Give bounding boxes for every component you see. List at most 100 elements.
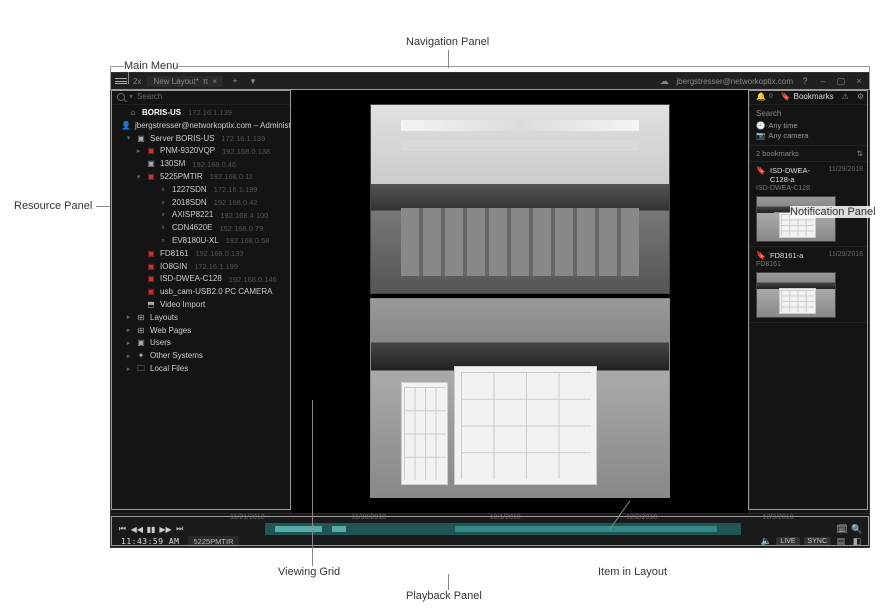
playback-camera-label[interactable]: 5225PMTIR xyxy=(188,536,238,547)
node-ip: 192.168.0.42 xyxy=(214,198,258,208)
node-icon: ▣ xyxy=(136,338,146,349)
expand-icon[interactable]: ▾ xyxy=(125,134,132,143)
bookmark-icon: 🔖 xyxy=(756,166,766,175)
timeline-date: 11/21/2018 xyxy=(230,514,265,521)
maximize-button[interactable]: ▢ xyxy=(835,75,847,87)
tab-alert[interactable]: ⚠ xyxy=(842,92,849,101)
tab-dropdown-icon[interactable]: ▾ xyxy=(247,75,259,87)
sort-icon[interactable]: ⇅ xyxy=(857,149,863,158)
tab-bookmarks[interactable]: 🔖 Bookmarks xyxy=(781,92,834,101)
tree-item[interactable]: ▫CDN4620E192.168.0.79 xyxy=(111,222,290,235)
resource-search-input[interactable]: ▾ Search xyxy=(111,89,290,105)
tree-item[interactable]: ▸▣PNM-9320VQP192.168.0.138 xyxy=(111,145,290,158)
node-icon: ▣ xyxy=(146,274,156,285)
node-label: Video Import xyxy=(160,300,205,311)
camera-tile-2[interactable] xyxy=(370,298,670,498)
tab-settings[interactable]: ⚙ xyxy=(857,92,864,101)
gear-icon: ⚙ xyxy=(857,92,864,101)
node-label: BORIS-US xyxy=(142,108,181,119)
node-icon: ⊞ xyxy=(136,313,146,324)
tree-item[interactable]: ▣usb_cam-USB2.0 PC CAMERA xyxy=(111,286,290,299)
navigation-panel: 2x New Layout* π × + ▾ ☁ jbergstresser@n… xyxy=(111,73,869,89)
tree-item[interactable]: ⌂BORIS-US172.16.1.139 xyxy=(111,107,290,120)
tab-notifications[interactable]: 🔔 0 xyxy=(756,92,773,101)
prev-frame-button[interactable]: ◀◀ xyxy=(131,525,143,534)
tree-item[interactable]: ▸⊞Web Pages xyxy=(111,325,290,338)
tree-item[interactable]: ▾▣Server BORIS-US172.16.1.139 xyxy=(111,133,290,146)
expand-icon[interactable]: ▸ xyxy=(135,147,142,156)
tree-item[interactable]: ▸ 🗀 Local Files xyxy=(111,363,290,376)
node-label: IO8GIN xyxy=(160,262,187,273)
bookmark-thumbnail[interactable] xyxy=(756,196,836,242)
minimize-button[interactable]: – xyxy=(817,75,829,87)
node-ip: 192.168.0.146 xyxy=(229,275,277,285)
tree-item[interactable]: ▾▣5225PMTIR192.168.0.11 xyxy=(111,171,290,184)
expand-icon[interactable]: ▾ xyxy=(135,173,142,182)
layout-tab[interactable]: New Layout* π × xyxy=(147,76,223,87)
node-icon: ▣ xyxy=(146,146,156,157)
close-window-button[interactable]: × xyxy=(853,75,865,87)
camera-icon: 📷 xyxy=(756,131,765,140)
sync-button[interactable]: SYNC xyxy=(804,537,831,546)
bookmark-card[interactable]: 🔖ISD-DWEA-C128-a11/29/2018ISD-DWEA-C128 xyxy=(750,162,869,247)
bookmark-thumbnail[interactable] xyxy=(756,272,836,318)
live-button[interactable]: LIVE xyxy=(776,537,799,546)
expand-icon[interactable]: ▸ xyxy=(125,365,132,374)
expand-icon[interactable]: ▸ xyxy=(125,352,132,361)
tree-item[interactable]: ▫1227SDN172.16.1.199 xyxy=(111,184,290,197)
account-label[interactable]: jbergstresser@networkoptix.com xyxy=(676,77,793,86)
tree-item[interactable]: ▣FD8161192.168.0.133 xyxy=(111,248,290,261)
help-button[interactable]: ? xyxy=(799,75,811,87)
node-icon: 🗀 xyxy=(136,364,146,375)
expand-icon[interactable]: ▸ xyxy=(125,313,132,322)
thumbnails-button[interactable]: ▤ xyxy=(835,535,847,547)
main-menu-button[interactable] xyxy=(115,75,127,87)
annot-item-in-layout: Item in Layout xyxy=(598,566,667,578)
expand-icon[interactable]: ▸ xyxy=(125,339,132,348)
node-ip: 172.16.1.199 xyxy=(194,262,238,272)
speed-back-button[interactable]: ⏮ xyxy=(117,524,128,534)
playback-panel: 11/21/201811/30/201812/1/201812/2/201812… xyxy=(111,513,869,547)
node-icon: ▣ xyxy=(146,249,156,260)
zoom-timeline-button[interactable]: 🔍 xyxy=(851,523,863,535)
annot-nav-panel: Navigation Panel xyxy=(406,36,489,48)
next-frame-button[interactable]: ▶▶ xyxy=(159,525,171,534)
tree-item[interactable]: ▸▣Users xyxy=(111,337,290,350)
tree-item[interactable]: 👤jbergstresser@networkoptix.com – Admini… xyxy=(111,120,290,133)
annot-line xyxy=(448,50,449,68)
expand-icon[interactable]: ▸ xyxy=(125,326,132,335)
tree-item[interactable]: ▣ISD-DWEA-C128192.168.0.146 xyxy=(111,273,290,286)
search-placeholder: Search xyxy=(137,92,162,101)
volume-button[interactable]: 🔈 xyxy=(760,535,772,547)
speed-fwd-button[interactable]: ⏭ xyxy=(174,524,185,534)
tree-item[interactable]: ▫EV8180U-XL192.168.0.58 xyxy=(111,235,290,248)
cloud-icon[interactable]: ☁ xyxy=(658,75,670,87)
tree-item[interactable]: ⬒ Video Import xyxy=(111,299,290,312)
node-icon: ⬒ xyxy=(146,300,156,311)
filter-time[interactable]: 🕘 Any time xyxy=(756,121,863,130)
clock-icon: 🕘 xyxy=(756,121,765,130)
bookmark-title: FD8161-a xyxy=(770,251,825,260)
add-tab-button[interactable]: + xyxy=(229,75,241,87)
filter-camera[interactable]: 📷 Any camera xyxy=(756,131,863,140)
timeline-track[interactable] xyxy=(265,523,741,535)
tree-item[interactable]: ▣130SM192.168.0.46 xyxy=(111,158,290,171)
bookmark-card[interactable]: 🔖FD8161-a11/29/2018FD8161 xyxy=(750,247,869,323)
node-label: FD8161 xyxy=(160,249,188,260)
tab-close-icon[interactable]: × xyxy=(212,77,217,86)
tree-item[interactable]: ▣IO8GIN172.16.1.199 xyxy=(111,261,290,274)
bookmark-title: ISD-DWEA-C128-a xyxy=(770,166,825,184)
calendar-button[interactable]: 🗓 xyxy=(836,523,848,535)
zoom-indicator[interactable]: 2x xyxy=(133,77,141,86)
node-label: Local Files xyxy=(150,364,188,375)
tree-item[interactable]: ▫AXISP8221192.168.4.100 xyxy=(111,209,290,222)
tree-item[interactable]: ▫2018SDN192.168.0.42 xyxy=(111,197,290,210)
tree-item[interactable]: ▸⊞Layouts xyxy=(111,312,290,325)
viewing-grid[interactable] xyxy=(291,89,749,513)
node-icon: ▫ xyxy=(158,198,168,209)
search-dropdown-icon[interactable]: ▾ xyxy=(129,92,133,101)
camera-tile-1[interactable] xyxy=(370,104,670,294)
collapse-button[interactable]: ◧ xyxy=(851,535,863,547)
tree-item[interactable]: ▸✦Other Systems xyxy=(111,350,290,363)
pause-button[interactable]: ▮▮ xyxy=(146,525,157,534)
